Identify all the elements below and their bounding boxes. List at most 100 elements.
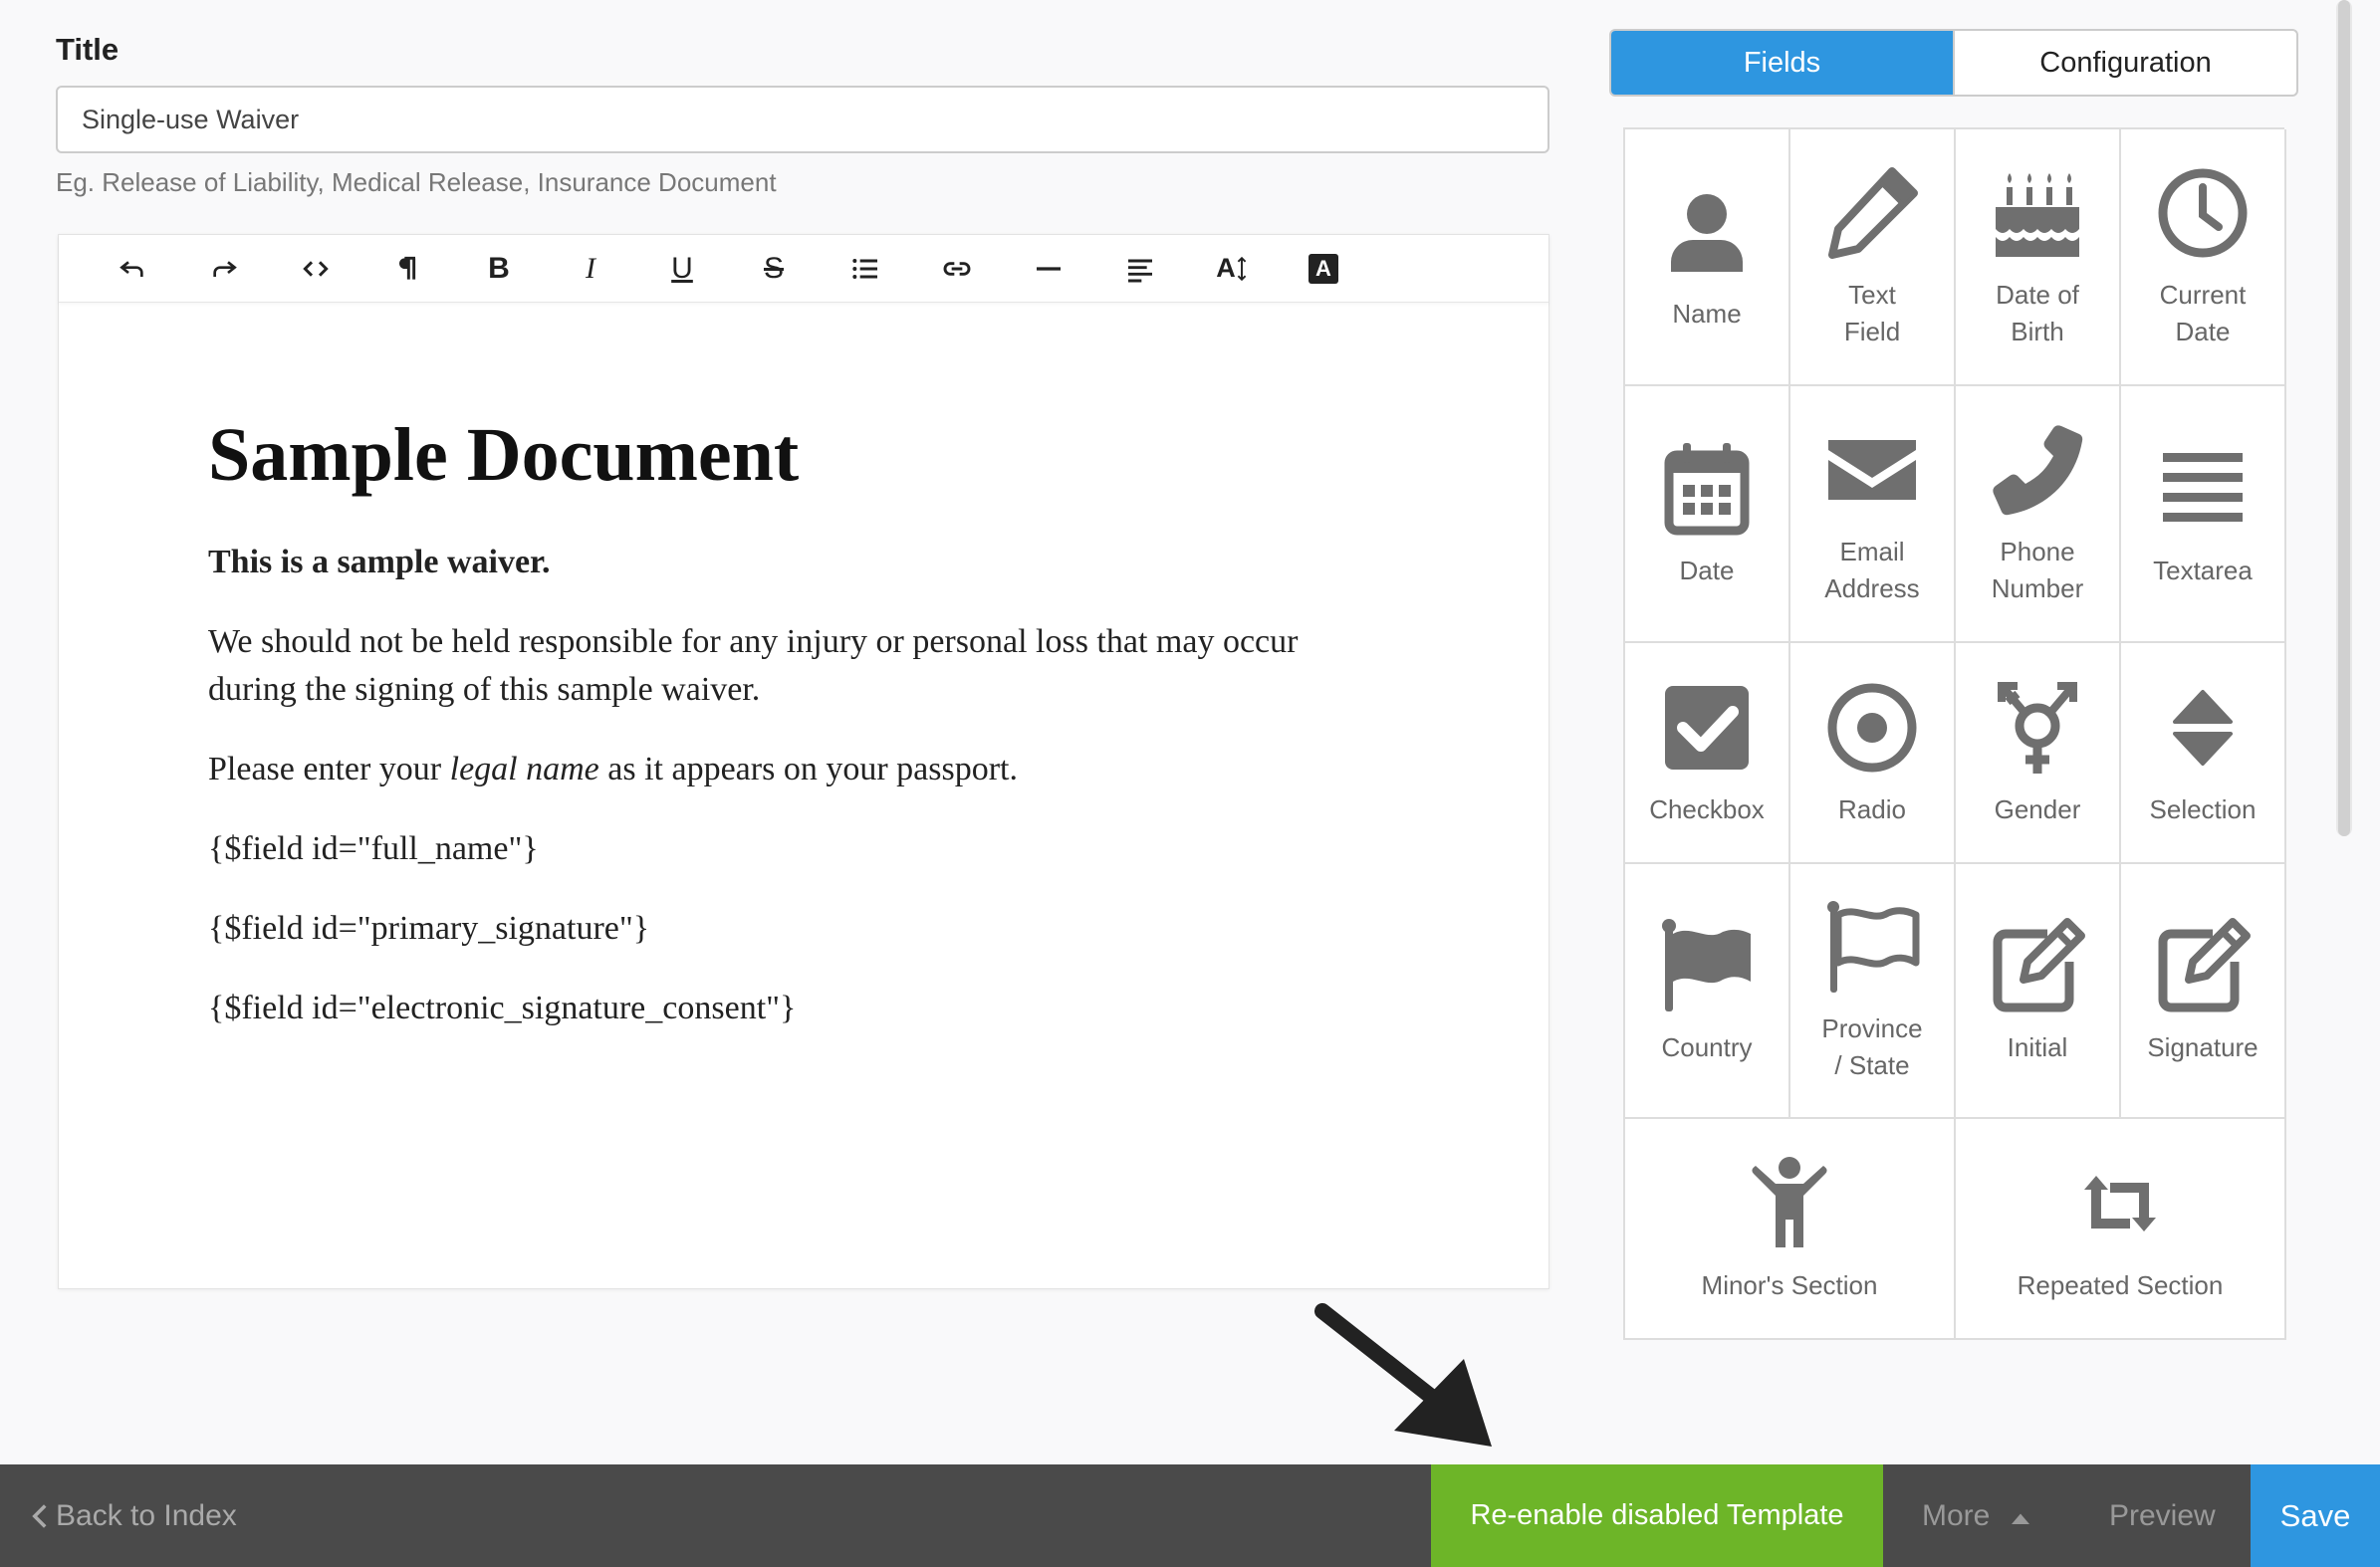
- strikethrough-icon: S: [763, 251, 784, 285]
- save-button[interactable]: Save: [2251, 1464, 2380, 1567]
- document-paragraph: We should not be held responsible for an…: [208, 623, 1299, 708]
- field-label: Checkbox: [1649, 793, 1765, 824]
- field-name[interactable]: Name: [1625, 129, 1790, 386]
- field-radio[interactable]: Radio: [1790, 643, 1956, 864]
- redo-button[interactable]: [178, 235, 270, 303]
- checkbox-icon: [1665, 685, 1749, 770]
- list-icon: [852, 258, 877, 279]
- title-input[interactable]: [56, 86, 1549, 153]
- font-size-icon: A: [1216, 253, 1236, 283]
- tab-configuration[interactable]: Configuration: [1953, 31, 2296, 95]
- link-icon: [943, 261, 971, 276]
- field-phone[interactable]: Phone Number: [1956, 386, 2121, 643]
- document-intro: This is a sample waiver.: [208, 544, 551, 580]
- calendar-icon: [1664, 442, 1750, 535]
- code-view-icon: [303, 260, 329, 277]
- person-icon: [1671, 193, 1743, 272]
- more-label: More: [1922, 1498, 1991, 1532]
- field-textarea[interactable]: Textarea: [2121, 386, 2286, 643]
- caret-up-icon: [2012, 1513, 2030, 1524]
- panel-tabs: Fields Configuration: [1609, 29, 2298, 97]
- horizontal-rule-button[interactable]: [1003, 235, 1094, 303]
- field-label: Textarea: [2153, 555, 2253, 585]
- document-body[interactable]: Sample Document This is a sample waiver.…: [59, 303, 1548, 1032]
- horizontal-rule-icon: [1037, 266, 1061, 271]
- gender-icon: [1998, 681, 2077, 774]
- redo-icon: [213, 260, 237, 277]
- field-label: Repeated Section: [2017, 1269, 2224, 1300]
- field-label: Signature: [2147, 1031, 2259, 1062]
- phone-icon: [1993, 425, 2083, 516]
- code-view-button[interactable]: [270, 235, 361, 303]
- field-label: Name: [1672, 298, 1742, 329]
- paragraph-icon: [399, 256, 416, 280]
- italic-button[interactable]: I: [545, 235, 636, 303]
- edit-square-icon: [2158, 917, 2251, 1011]
- field-current-date[interactable]: Current Date: [2121, 129, 2286, 386]
- repeat-icon: [2084, 1175, 2156, 1231]
- paragraph-button[interactable]: [361, 235, 453, 303]
- field-province-state[interactable]: Province / State: [1790, 864, 1956, 1119]
- field-signature[interactable]: Signature: [2121, 864, 2286, 1119]
- field-date-of-birth[interactable]: Date of Birth: [1956, 129, 2121, 386]
- editor-toolbar: B I U S A A: [59, 235, 1548, 303]
- title-help-text: Eg. Release of Liability, Medical Releas…: [56, 167, 777, 197]
- field-label: Date of Birth: [1996, 280, 2079, 346]
- tab-fields[interactable]: Fields: [1611, 31, 1953, 95]
- field-gender[interactable]: Gender: [1956, 643, 2121, 864]
- flag-filled-icon: [1662, 918, 1751, 1011]
- field-label: Gender: [1994, 793, 2081, 824]
- rich-text-editor: B I U S A A Sample Document This is a sa…: [58, 234, 1549, 1289]
- underline-button[interactable]: U: [636, 235, 728, 303]
- link-button[interactable]: [911, 235, 1003, 303]
- font-size-button[interactable]: A: [1186, 235, 1278, 303]
- back-label: Back to Index: [56, 1498, 237, 1532]
- panel-scrollbar[interactable]: [2336, 0, 2352, 836]
- field-selection[interactable]: Selection: [2121, 643, 2286, 864]
- birthday-cake-icon: [1996, 173, 2079, 257]
- field-checkbox[interactable]: Checkbox: [1625, 643, 1790, 864]
- field-email[interactable]: Email Address: [1790, 386, 1956, 643]
- radio-icon: [1827, 683, 1917, 772]
- field-country[interactable]: Country: [1625, 864, 1790, 1119]
- strikethrough-button[interactable]: S: [728, 235, 820, 303]
- field-label: Minor's Section: [1701, 1269, 1878, 1300]
- field-label: Country: [1661, 1031, 1753, 1062]
- align-button[interactable]: [1094, 235, 1186, 303]
- sort-select-icon: [2173, 689, 2233, 766]
- chevron-left-icon: [32, 1503, 47, 1528]
- field-text-field[interactable]: Text Field: [1790, 129, 1956, 386]
- scrollbar-thumb[interactable]: [2338, 0, 2350, 836]
- italic-icon: I: [586, 251, 595, 285]
- undo-button[interactable]: [87, 235, 178, 303]
- list-button[interactable]: [820, 235, 911, 303]
- more-dropdown[interactable]: More: [1922, 1464, 2030, 1567]
- field-label: Selection: [2149, 793, 2257, 824]
- field-initial[interactable]: Initial: [1956, 864, 2121, 1119]
- field-label: Date: [1679, 555, 1735, 585]
- document-passport-paragraph: Please enter your legal name as it appea…: [208, 751, 1018, 787]
- fields-palette: Name Text Field Date of Birth Current Da…: [1623, 127, 2286, 1340]
- envelope-icon: [1828, 440, 1916, 500]
- field-label: Radio: [1838, 793, 1906, 824]
- field-placeholder-full-name: {$field id="full_name"}: [208, 830, 539, 867]
- document-heading: Sample Document: [208, 413, 800, 497]
- bold-button[interactable]: B: [453, 235, 545, 303]
- clock-icon: [2158, 168, 2248, 258]
- back-to-index-link[interactable]: Back to Index: [30, 1464, 237, 1567]
- bold-icon: B: [488, 251, 510, 285]
- font-color-button[interactable]: A: [1278, 235, 1369, 303]
- reenable-template-button[interactable]: Re-enable disabled Template: [1431, 1464, 1883, 1567]
- title-label: Title: [56, 32, 119, 67]
- undo-icon: [119, 260, 143, 277]
- align-icon: [1128, 259, 1152, 282]
- underline-icon: U: [671, 251, 693, 285]
- edit-square-icon: [1993, 917, 2085, 1011]
- field-date[interactable]: Date: [1625, 386, 1790, 643]
- legal-name-emphasis: legal name: [449, 751, 599, 787]
- field-label: Initial: [2007, 1031, 2068, 1062]
- field-repeated-section[interactable]: Repeated Section: [1956, 1119, 2286, 1340]
- preview-button[interactable]: Preview: [2109, 1464, 2216, 1567]
- field-label: Phone Number: [1991, 537, 2084, 603]
- field-minors-section[interactable]: Minor's Section: [1625, 1119, 1956, 1340]
